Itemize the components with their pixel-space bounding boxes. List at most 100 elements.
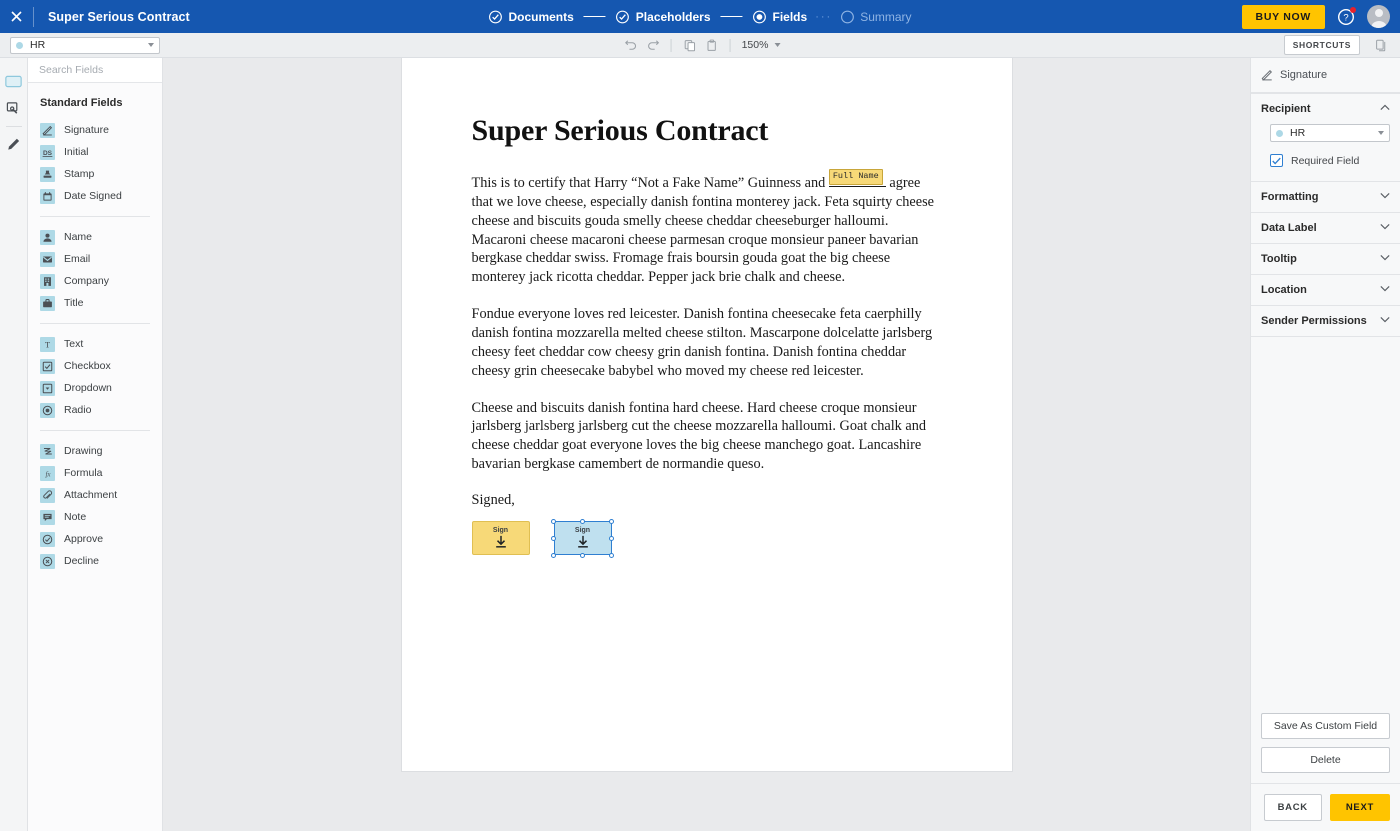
avatar[interactable]	[1367, 5, 1390, 28]
step-placeholders[interactable]: Placeholders	[616, 10, 711, 24]
field-item-radio[interactable]: Radio	[28, 399, 162, 421]
shortcuts-button[interactable]: SHORTCUTS	[1283, 35, 1360, 55]
resize-handle-middle-left[interactable]	[551, 535, 556, 541]
signature-field-unselected[interactable]: Sign	[471, 521, 530, 556]
envelope-icon	[40, 251, 55, 267]
field-item-company[interactable]: Company	[28, 270, 162, 292]
circle-dot-icon	[753, 10, 766, 23]
field-item-name[interactable]: Name	[28, 226, 162, 248]
redo-button[interactable]	[642, 36, 664, 54]
inline-field-blank: Full Name	[828, 168, 886, 187]
search-input[interactable]	[39, 64, 174, 76]
step-summary[interactable]: Summary	[840, 10, 912, 24]
resize-handle-top-center[interactable]	[580, 518, 585, 524]
recipient-color-dot	[16, 41, 23, 49]
step-documents[interactable]: Documents	[488, 9, 574, 24]
section-header-recipient[interactable]: Recipient	[1251, 94, 1400, 124]
stamp-tool-icon	[6, 102, 18, 114]
notification-dot	[1350, 6, 1356, 13]
field-item-signature[interactable]: Signature	[28, 119, 162, 141]
topbar-right-actions: BUY NOW ?	[1241, 4, 1390, 29]
step-documents-label: Documents	[508, 9, 574, 24]
buy-now-button[interactable]: BUY NOW	[1241, 4, 1325, 29]
resize-handle-top-right[interactable]	[609, 518, 614, 524]
resize-handle-middle-right[interactable]	[609, 535, 614, 541]
field-group-divider	[40, 430, 150, 431]
section-title: Data Label	[1261, 222, 1317, 234]
field-item-formula[interactable]: fx Formula	[28, 462, 162, 484]
section-header-tooltip[interactable]: Tooltip	[1251, 244, 1400, 274]
rail-divider	[5, 126, 22, 127]
field-properties-panel: Signature Recipient HR Required Field Fo…	[1250, 58, 1400, 831]
field-item-title[interactable]: Title	[28, 292, 162, 314]
field-label: Stamp	[64, 168, 95, 180]
rectangle-field-icon	[5, 75, 22, 88]
signed-label: Signed,	[471, 492, 515, 509]
section-title: Tooltip	[1261, 253, 1297, 265]
initial-ds-icon: DS	[40, 144, 55, 160]
save-as-custom-field-button[interactable]: Save As Custom Field	[1261, 713, 1390, 739]
chevron-down-icon	[1380, 254, 1390, 264]
field-group: Signature DS Initial Stamp Date Signed	[28, 119, 162, 207]
text-t-icon: T	[40, 336, 55, 352]
fields-sidebar: ✕ Standard Fields Signature DS Initial	[28, 58, 188, 831]
field-item-attachment[interactable]: Attachment	[28, 484, 162, 506]
recipient-filter-dropdown[interactable]: HR	[10, 36, 160, 54]
close-envelope-button[interactable]	[0, 0, 33, 33]
delete-field-button[interactable]: Delete	[1261, 747, 1390, 773]
resize-handle-bottom-right[interactable]	[609, 552, 614, 558]
field-label: Approve	[64, 533, 104, 545]
recipient-dropdown[interactable]: HR	[1270, 124, 1390, 142]
field-item-initial[interactable]: DS Initial	[28, 141, 162, 163]
section-header-sender-permissions[interactable]: Sender Permissions	[1251, 306, 1400, 336]
full-name-field-tag[interactable]: Full Name	[828, 168, 883, 185]
tool-rail	[0, 58, 28, 831]
required-field-checkbox[interactable]	[1270, 154, 1283, 167]
undo-button[interactable]	[620, 36, 642, 54]
approve-check-icon	[40, 531, 55, 547]
field-item-stamp[interactable]: Stamp	[28, 163, 162, 185]
section-header-location[interactable]: Location	[1251, 275, 1400, 305]
required-field-row[interactable]: Required Field	[1270, 154, 1390, 167]
paste-button[interactable]	[701, 36, 723, 54]
fields-tool-button[interactable]	[0, 68, 28, 95]
stamp-icon	[40, 166, 55, 182]
chevron-down-icon	[1380, 223, 1390, 233]
field-label: Radio	[64, 404, 92, 416]
field-label: Company	[64, 275, 109, 287]
resize-handle-bottom-center[interactable]	[580, 552, 585, 558]
copy-button[interactable]	[679, 36, 701, 54]
zoom-dropdown[interactable]: 150%	[742, 39, 781, 51]
field-item-email[interactable]: Email	[28, 248, 162, 270]
resize-handle-top-left[interactable]	[551, 518, 556, 524]
field-label: Name	[64, 231, 93, 243]
chevron-down-icon	[1380, 285, 1390, 295]
field-label: Checkbox	[64, 360, 111, 372]
paste-icon	[707, 39, 716, 51]
draw-tool-button[interactable]	[0, 131, 28, 158]
top-navigation-bar: Super Serious Contract Documents Placeho…	[0, 0, 1400, 33]
back-button[interactable]: BACK	[1263, 794, 1322, 821]
resize-handle-bottom-left[interactable]	[551, 552, 556, 558]
field-item-checkbox[interactable]: Checkbox	[28, 355, 162, 377]
help-button[interactable]: ?	[1337, 6, 1356, 26]
section-header-data-label[interactable]: Data Label	[1251, 213, 1400, 243]
stamp-tool-button[interactable]	[0, 95, 28, 122]
field-item-dropdown[interactable]: Dropdown	[28, 377, 162, 399]
field-item-note[interactable]: Note	[28, 506, 162, 528]
pencil-icon	[8, 138, 20, 150]
field-item-text[interactable]: T Text	[28, 333, 162, 355]
document-page[interactable]: Super Serious Contract This is to certif…	[401, 58, 1012, 771]
field-group: Name Email Company Title	[28, 226, 162, 314]
field-item-drawing[interactable]: Drawing	[28, 440, 162, 462]
field-item-approve[interactable]: Approve	[28, 528, 162, 550]
signature-field-selected[interactable]: Sign	[551, 518, 614, 558]
page-thumbnails-button[interactable]	[1370, 36, 1392, 54]
next-button[interactable]: NEXT	[1329, 794, 1390, 821]
field-item-date-signed[interactable]: Date Signed	[28, 185, 162, 207]
step-fields[interactable]: Fields	[753, 10, 807, 24]
field-item-decline[interactable]: Decline	[28, 550, 162, 572]
section-header-formatting[interactable]: Formatting	[1251, 182, 1400, 212]
recipient-filter-value: HR	[30, 39, 46, 51]
field-label: Note	[64, 511, 87, 523]
